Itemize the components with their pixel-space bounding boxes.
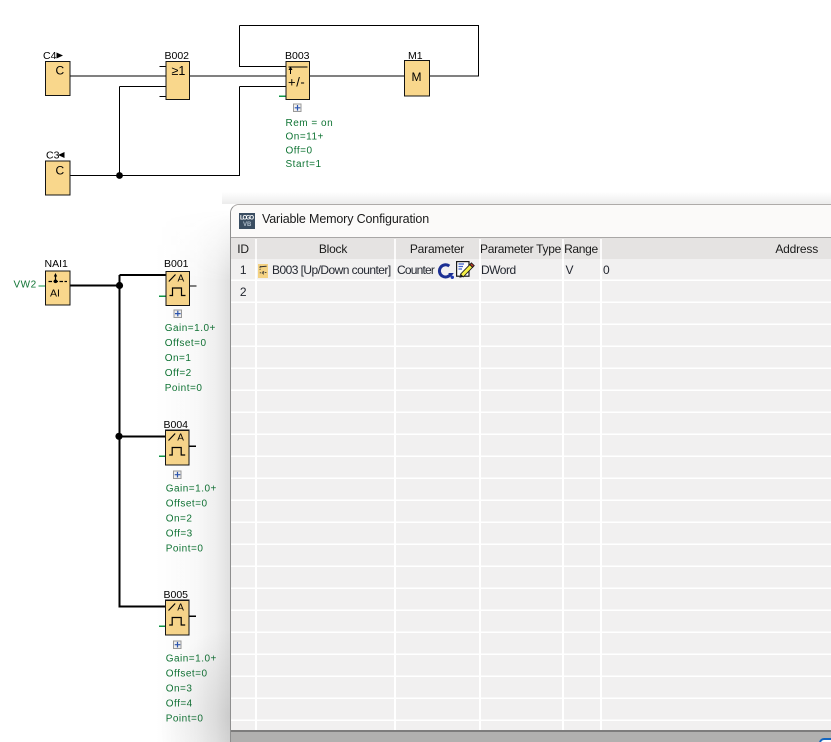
svg-text:Off=0: Off=0 [286,145,313,156]
svg-text:Start=1: Start=1 [286,159,322,170]
svg-text:+/-: +/- [288,75,305,90]
svg-text:On=11+: On=11+ [286,132,324,143]
svg-text:VW2: VW2 [14,280,37,291]
svg-text:LOGO: LOGO [240,215,254,221]
svg-text:C: C [56,164,65,178]
svg-text:M: M [412,70,422,84]
svg-text:C3: C3 [46,150,60,162]
svg-text:M1: M1 [408,50,423,62]
svg-text:B002: B002 [165,50,190,62]
svg-text:C4: C4 [43,50,57,62]
svg-text:VB: VB [243,222,252,228]
svg-text:C: C [56,64,65,78]
svg-text:AI: AI [50,288,60,300]
svg-text:≥1: ≥1 [172,64,186,78]
svg-text:B003: B003 [285,50,310,62]
svg-text:NAI1: NAI1 [45,258,69,270]
svg-text:Rem = on: Rem = on [286,118,334,129]
